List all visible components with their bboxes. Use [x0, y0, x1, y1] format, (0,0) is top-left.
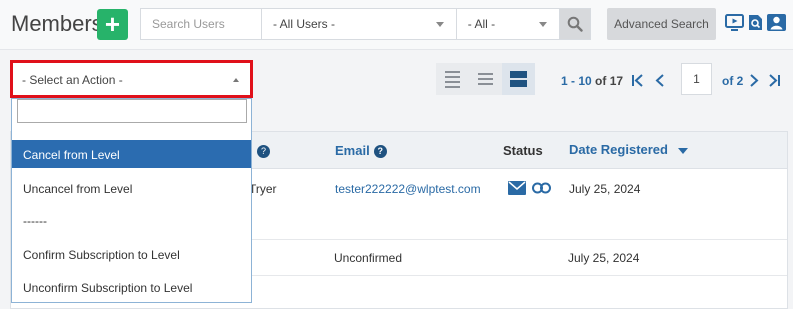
action-option-unconfirm-subscription[interactable]: Unconfirm Subscription to Level — [12, 273, 251, 301]
action-option-cancel-from-level[interactable]: Cancel from Level — [12, 140, 251, 168]
status-filter-value: - All - — [467, 17, 496, 31]
advanced-search-button[interactable]: Advanced Search — [607, 8, 716, 40]
email-header-label: Email — [335, 143, 370, 158]
header-bar: Members + - All Users - - All - Advanced… — [0, 0, 793, 50]
next-page-icon[interactable] — [749, 74, 759, 87]
first-page-icon[interactable] — [631, 74, 644, 87]
status-column-header: Status — [503, 143, 543, 158]
member-date-registered: July 25, 2024 — [569, 182, 641, 196]
search-icon — [567, 16, 583, 32]
date-registered-column-header[interactable]: Date Registered — [569, 142, 688, 157]
pagination-range: 1 - 10 of 17 — [561, 74, 623, 88]
expanded-view-button[interactable] — [502, 63, 535, 95]
add-member-button[interactable]: + — [97, 9, 128, 40]
action-option-confirm-subscription[interactable]: Confirm Subscription to Level — [12, 240, 251, 268]
action-option-separator: ------ — [23, 214, 47, 228]
member-name[interactable]: Tryer — [249, 182, 277, 196]
member-email[interactable]: tester222222@wlptest.com — [335, 182, 481, 196]
search-group: - All Users - - All - — [140, 8, 591, 40]
member-email-status: Unconfirmed — [334, 251, 403, 265]
compact-view-button[interactable] — [436, 63, 469, 95]
member-date-registered: July 25, 2024 — [568, 251, 640, 265]
page-title: Members — [11, 11, 103, 36]
bulk-action-select[interactable]: - Select an Action - — [10, 60, 253, 98]
search-users-input[interactable] — [141, 9, 262, 39]
page-count: of 2 — [722, 74, 744, 88]
users-filter-value: - All Users - — [273, 17, 336, 31]
bulk-action-value: - Select an Action - — [22, 73, 123, 87]
date-header-label: Date Registered — [569, 142, 668, 157]
email-column-header[interactable]: Email? — [335, 143, 387, 159]
help-icon[interactable]: ? — [373, 145, 387, 159]
users-filter-select[interactable]: - All Users - — [262, 9, 457, 39]
sort-desc-icon — [677, 147, 688, 154]
of-label: of — [595, 74, 607, 88]
action-option-uncancel-from-level[interactable]: Uncancel from Level — [12, 174, 251, 202]
last-page-icon[interactable] — [768, 74, 781, 87]
chevron-down-icon — [539, 22, 548, 27]
email-icon[interactable] — [508, 181, 526, 195]
list-view-button[interactable] — [469, 63, 502, 95]
total-count: 17 — [609, 74, 624, 88]
range-value: 1 - 10 — [561, 74, 592, 88]
video-tutorial-icon[interactable] — [725, 14, 744, 31]
action-dropdown-menu: Cancel from Level Uncancel from Level --… — [11, 98, 252, 303]
help-icon[interactable]: ? — [257, 145, 270, 158]
chevron-down-icon — [435, 22, 444, 27]
chevron-up-icon — [233, 78, 239, 82]
status-filter-select[interactable]: - All - — [457, 9, 561, 39]
search-button[interactable] — [560, 9, 590, 39]
prev-page-icon[interactable] — [655, 74, 665, 87]
view-mode-group — [436, 63, 535, 95]
action-search-input[interactable] — [17, 99, 247, 123]
user-profile-icon[interactable] — [767, 14, 786, 31]
page-number-input[interactable] — [681, 63, 712, 95]
expanded-view-icon — [510, 71, 527, 87]
search-help-icon[interactable] — [748, 14, 763, 31]
link-icon[interactable] — [532, 182, 551, 194]
